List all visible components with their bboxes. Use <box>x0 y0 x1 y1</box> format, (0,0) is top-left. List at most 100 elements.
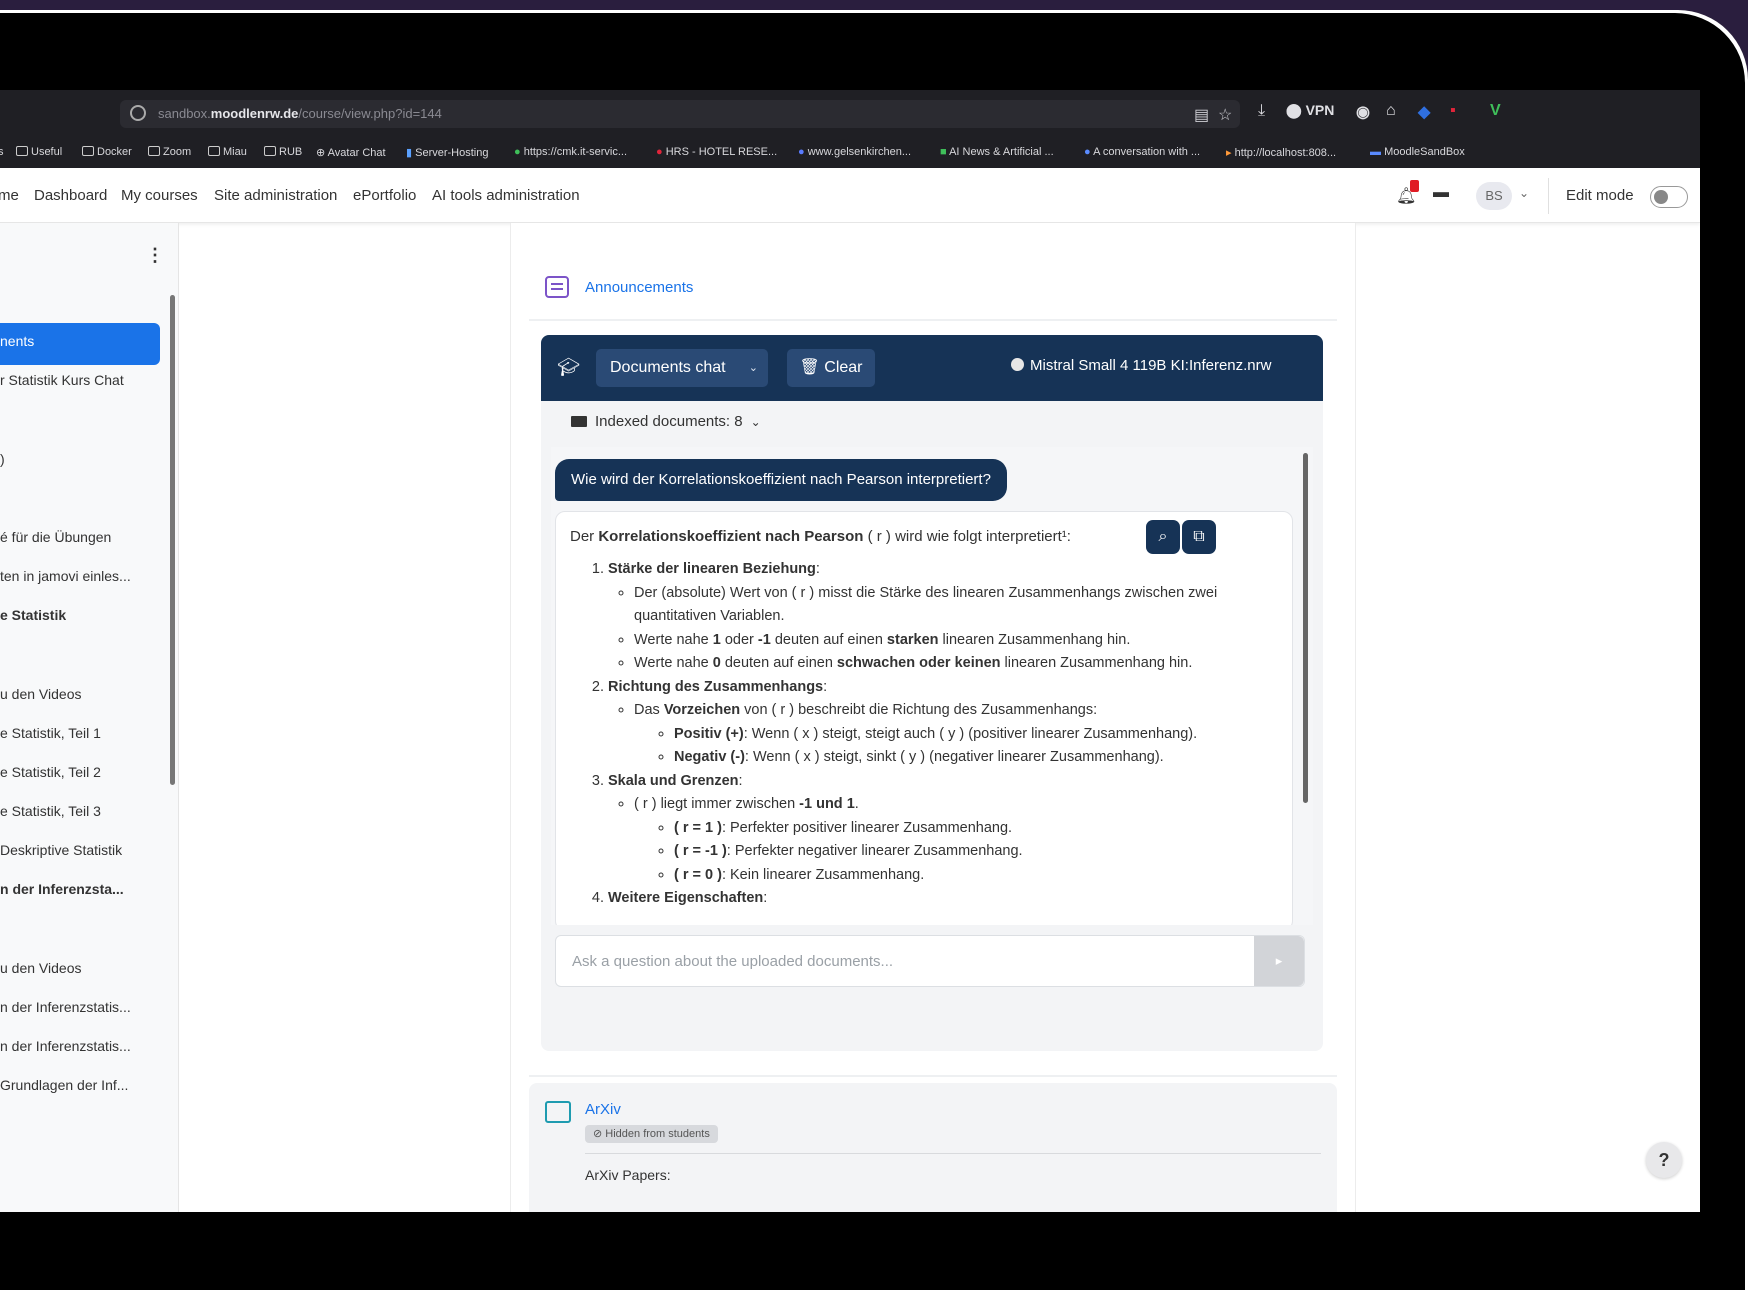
site-icon: ● <box>1084 146 1094 158</box>
messages-icon[interactable]: ▬ <box>1433 184 1449 202</box>
extension-red-icon[interactable]: ▪ <box>1450 102 1456 120</box>
sidebar-item[interactable]: r Statistik Kurs Chat <box>0 372 124 388</box>
bookmark-localhost[interactable]: ▸ http://localhost:808... <box>1226 146 1336 159</box>
reader-mode-icon[interactable]: ▤ <box>1194 105 1209 125</box>
bookmark-folder-miau[interactable]: Miau <box>208 146 247 158</box>
bookmark-hrs[interactable]: ● HRS - HOTEL RESE... <box>656 146 777 158</box>
bookmark-conversation[interactable]: ● A conversation with ... <box>1084 146 1200 158</box>
chevron-down-icon: ⌄ <box>750 415 761 429</box>
search-sources-button[interactable]: ⌕ <box>1146 520 1180 554</box>
sidebar-item-announcements[interactable]: nents <box>0 333 34 349</box>
sidebar-item[interactable]: n der Inferenzstatis... <box>0 999 131 1015</box>
sidebar-item[interactable]: u den Videos <box>0 960 81 976</box>
folder-icon <box>16 146 28 156</box>
sidebar-item[interactable]: u den Videos <box>0 686 81 702</box>
sidebar-item[interactable]: ) <box>0 451 5 467</box>
site-icon: ● <box>798 146 808 158</box>
chat-input-row: ▸ <box>555 935 1305 987</box>
bookmark-moodlesandbox[interactable]: ▬ MoodleSandBox <box>1370 146 1465 158</box>
chat-mode-value: Documents chat <box>610 359 726 376</box>
nav-home[interactable]: me <box>0 187 19 204</box>
divider <box>585 1153 1321 1154</box>
kebab-menu-icon[interactable]: ⋮ <box>146 245 164 266</box>
nav-divider <box>1548 178 1549 214</box>
clear-button-label: Clear <box>824 359 863 376</box>
send-icon: ▸ <box>1275 953 1283 968</box>
sidebar-item[interactable]: Grundlagen der Inf... <box>0 1077 128 1093</box>
edit-mode-label: Edit mode <box>1566 187 1634 204</box>
answer-intro: Der Korrelationskoeffizient nach Pearson… <box>570 528 1071 545</box>
bookmark-ai-news[interactable]: ■ AI News & Artificial ... <box>940 146 1054 158</box>
announcements-link[interactable]: Announcements <box>585 279 693 296</box>
bookmark-gelsenkirchen[interactable]: ● www.gelsenkirchen... <box>798 146 911 158</box>
site-icon: ● <box>514 146 524 158</box>
answer-body: Stärke der linearen Beziehung: Der (abso… <box>570 558 1260 911</box>
address-bar[interactable]: sandbox.moodlenrw.de/course/view.php?id=… <box>120 100 1240 128</box>
documents-chat-widget: 🎓︎ Documents chat ⌄ 🗑︎ Clear Mistral Sma… <box>541 335 1323 1051</box>
chat-scrollbar[interactable] <box>1303 453 1308 803</box>
avatar[interactable]: BS <box>1476 182 1512 210</box>
bookmark-folder-zoom[interactable]: Zoom <box>148 146 191 158</box>
nav-site-administration[interactable]: Site administration <box>214 187 337 204</box>
chevron-down-icon[interactable]: ⌄ <box>1519 186 1529 200</box>
indexed-documents-toggle[interactable]: Indexed documents: 8 ⌄ <box>571 413 761 430</box>
toggle-knob <box>1654 190 1668 204</box>
news-icon: ■ <box>940 146 950 158</box>
assistant-message: Der Korrelationskoeffizient nach Pearson… <box>555 511 1293 925</box>
sidebar-item[interactable]: n der Inferenzstatis... <box>0 1038 131 1054</box>
arxiv-activity: ArXiv ⊘ Hidden from students ArXiv Paper… <box>529 1083 1337 1212</box>
bookmark-folder-rub[interactable]: RUB <box>264 146 302 158</box>
divider <box>529 1075 1337 1077</box>
sidebar-item[interactable]: e Statistik, Teil 2 <box>0 764 101 780</box>
site-info-icon[interactable] <box>130 105 146 121</box>
sidebar-section-title[interactable]: n der Inferenzsta... <box>0 881 124 897</box>
extension-puzzle-icon[interactable]: ⌂ <box>1386 102 1396 120</box>
chat-mode-select[interactable]: Documents chat ⌄ <box>596 349 768 387</box>
bookmark-folder-useful[interactable]: Useful <box>16 146 62 158</box>
help-button[interactable]: ? <box>1646 1142 1682 1178</box>
chat-question-input[interactable] <box>556 936 1246 986</box>
arxiv-link[interactable]: ArXiv <box>585 1101 621 1118</box>
nav-eportfolio[interactable]: ePortfolio <box>353 187 416 204</box>
bookmark-avatar-chat[interactable]: ⊕ Avatar Chat <box>316 146 386 159</box>
extension-record-icon[interactable]: ◉ <box>1356 102 1370 122</box>
copy-button[interactable]: ⧉ <box>1182 520 1216 554</box>
nav-my-courses[interactable]: My courses <box>121 187 198 204</box>
vpn-extension[interactable]: ⬤ VPN <box>1286 102 1334 119</box>
extension-shield-icon[interactable]: ◆ <box>1418 102 1430 122</box>
url-text: sandbox.moodlenrw.de/course/view.php?id=… <box>158 106 442 121</box>
chevron-down-icon: ⌄ <box>748 362 758 374</box>
hidden-from-students-badge: ⊘ Hidden from students <box>585 1125 718 1143</box>
forum-icon <box>545 276 569 298</box>
sidebar-scrollbar[interactable] <box>170 295 175 785</box>
send-button[interactable]: ▸ <box>1254 936 1304 986</box>
bookmark-server-hosting[interactable]: ▮ Server-Hosting <box>406 146 488 159</box>
sidebar-item[interactable]: Deskriptive Statistik <box>0 842 122 858</box>
folder-icon <box>82 146 94 156</box>
clear-button[interactable]: 🗑︎ Clear <box>787 349 875 387</box>
bookmark-folder-docker[interactable]: Docker <box>82 146 132 158</box>
bookmark-cmk[interactable]: ● https://cmk.it-servic... <box>514 146 627 158</box>
edit-mode-toggle[interactable] <box>1650 186 1688 208</box>
extension-v-icon[interactable]: V <box>1490 102 1501 120</box>
sidebar-item[interactable]: ten in jamovi einles... <box>0 568 131 584</box>
server-icon: ▮ <box>406 147 416 159</box>
sidebar-item[interactable]: e Statistik, Teil 3 <box>0 803 101 819</box>
folder-icon <box>264 146 276 156</box>
course-content: Announcements 🎓︎ Documents chat ⌄ 🗑︎ Cle… <box>510 223 1356 1212</box>
nav-dashboard[interactable]: Dashboard <box>34 187 107 204</box>
sidebar-item[interactable]: e Statistik, Teil 1 <box>0 725 101 741</box>
folder-icon <box>208 146 220 156</box>
moodle-icon: ▬ <box>1370 146 1385 158</box>
chat-messages[interactable]: Wie wird der Korrelationskoeffizient nac… <box>551 447 1313 925</box>
nav-ai-tools-administration[interactable]: AI tools administration <box>432 187 580 204</box>
sidebar-section-title[interactable]: e Statistik <box>0 607 66 623</box>
bookmark-star-icon[interactable]: ☆ <box>1218 105 1232 125</box>
download-icon[interactable]: ⤓ <box>1258 102 1265 120</box>
user-message: Wie wird der Korrelationskoeffizient nac… <box>555 459 1007 501</box>
divider <box>529 319 1337 321</box>
browser-toolbar: sandbox.moodlenrw.de/course/view.php?id=… <box>0 90 1700 138</box>
arxiv-description: ArXiv Papers: <box>585 1167 671 1183</box>
eye-slash-icon: ⊘ <box>593 1128 606 1140</box>
sidebar-item[interactable]: é für die Übungen <box>0 529 111 545</box>
